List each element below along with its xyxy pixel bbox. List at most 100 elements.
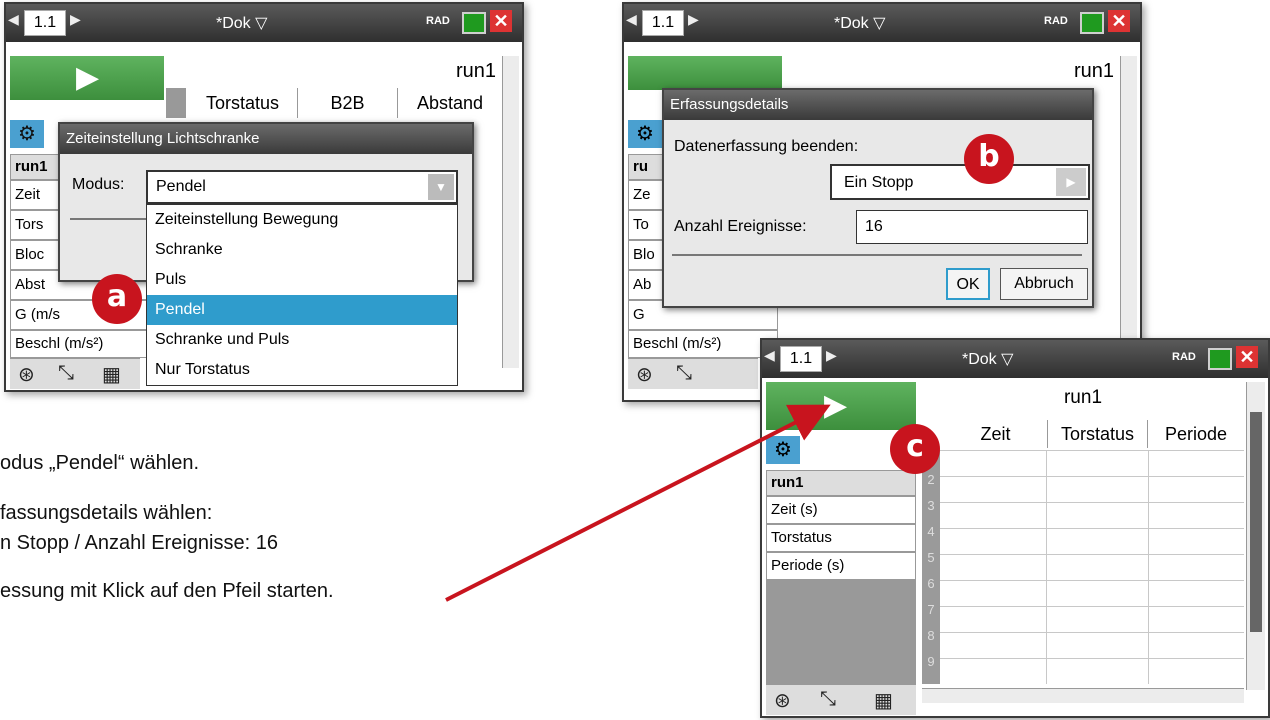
divider [70,218,150,220]
dialog-capture-details: Erfassungsdetails Datenerfassung beenden… [662,88,1094,308]
table-icon[interactable]: ▦ [102,362,121,387]
row-number: 9 [922,654,940,669]
count-label: Anzahl Ereignisse: [674,218,807,235]
tab-prev-icon[interactable]: ◀ [8,11,19,28]
scrollbar[interactable] [1246,382,1265,690]
start-button[interactable]: ▶ [10,56,164,100]
column-header[interactable]: B2B [298,88,398,118]
meter-icon[interactable]: ⊛ [18,362,35,387]
ok-button[interactable]: OK [946,268,990,300]
table-name: run1 [1073,60,1114,82]
sidebar-item[interactable]: Beschl (m/s²) [10,330,160,358]
graph-icon[interactable]: ⤡ [820,688,836,711]
graph-icon[interactable]: ⤡ [676,362,692,385]
end-select[interactable]: Ein Stopp ▶ [830,164,1090,200]
row-number: 2 [922,472,940,487]
start-button[interactable]: ▶ [766,382,916,430]
scrollbar[interactable] [1120,56,1137,356]
doc-title-text: *Dok [216,15,251,32]
grid-divider [1046,450,1047,684]
horizontal-scrollbar[interactable] [922,688,1244,703]
tab-next-icon[interactable]: ▶ [688,11,699,28]
column-header[interactable]: Torstatus [188,88,298,118]
sidebar-item[interactable]: run1 [766,470,916,496]
row-number: 5 [922,550,940,565]
tab-prev-icon[interactable]: ◀ [626,11,637,28]
option-item-selected[interactable]: Pendel [147,295,457,325]
caption-step-1: odus „Pendel“ wählen. [0,452,200,474]
chevron-down-icon[interactable]: ▼ [428,174,454,200]
angle-mode: RAD [1044,15,1068,27]
column-header[interactable]: Periode [1148,420,1244,448]
gear-icon[interactable]: ⚙ [10,120,44,148]
doc-title[interactable]: *Dok ▽ [216,13,267,33]
doc-title[interactable]: *Dok ▽ [962,349,1013,369]
option-item[interactable]: Puls [147,265,457,295]
option-item[interactable]: Nur Torstatus [147,355,457,385]
meter-icon[interactable]: ⊛ [636,362,653,387]
bottom-toolbar: ⊛ ⤡ ▦ [10,358,140,389]
table-icon[interactable]: ▦ [874,688,893,713]
end-label: Datenerfassung beenden: [674,138,859,155]
option-item[interactable]: Zeiteinstellung Bewegung [147,205,457,235]
tab-page[interactable]: 1.1 [642,10,684,36]
column-header[interactable]: Abstand [398,88,502,118]
badge-b: b [964,134,1014,184]
screen-c: ◀ 1.1 ▶ *Dok ▽ RAD ✕ ▶ run1 Zeit Torstat… [760,338,1270,718]
table-name: run1 [455,60,496,82]
close-icon[interactable]: ✕ [1236,346,1258,368]
title-bar: ◀ 1.1 ▶ *Dok ▽ RAD ✕ [624,4,1140,42]
graph-icon[interactable]: ⤡ [58,362,74,385]
row-number: 6 [922,576,940,591]
tab-page[interactable]: 1.1 [780,346,822,372]
option-item[interactable]: Schranke und Puls [147,325,457,355]
row-number: 3 [922,498,940,513]
table-name: run1 [1063,387,1103,408]
battery-icon [1208,348,1232,370]
battery-icon [462,12,486,34]
doc-title-text: *Dok [834,15,869,32]
bottom-toolbar: ⊛ ⤡ [628,358,758,389]
badge-a: a [92,274,142,324]
modus-options: Zeiteinstellung Bewegung Schranke Puls P… [146,204,458,386]
modus-label: Modus: [72,176,125,193]
meter-icon[interactable]: ⊛ [774,688,791,713]
divider [672,254,1082,256]
column-header[interactable]: Torstatus [1048,420,1148,448]
close-icon[interactable]: ✕ [1108,10,1130,32]
badge-c: c [890,424,940,474]
scroll-thumb[interactable] [1250,412,1262,632]
gear-icon[interactable]: ⚙ [766,436,800,464]
close-icon[interactable]: ✕ [490,10,512,32]
option-item[interactable]: Schranke [147,235,457,265]
sidebar-item[interactable]: Beschl (m/s²) [628,330,778,358]
caption-step-2: fassungsdetails wählen: [0,502,213,524]
count-input[interactable]: 16 [856,210,1088,244]
data-grid[interactable] [922,450,1244,684]
tab-page[interactable]: 1.1 [24,10,66,36]
modus-select[interactable]: Pendel ▼ [146,170,458,204]
chevron-right-icon[interactable]: ▶ [1056,168,1086,196]
scrollbar[interactable] [502,56,519,368]
grid-divider [1148,450,1149,684]
caption-step-2b: n Stopp / Anzahl Ereignisse: 16 [0,532,278,554]
row-number: 8 [922,628,940,643]
column-header[interactable]: Zeit [944,420,1048,448]
start-button[interactable] [628,56,782,90]
sidebar-item[interactable]: Periode (s) [766,552,916,580]
doc-title-text: *Dok [962,351,997,368]
doc-title[interactable]: *Dok ▽ [834,13,885,33]
caption-step-3: essung mit Klick auf den Pfeil starten. [0,580,334,602]
battery-icon [1080,12,1104,34]
sidebar-item[interactable]: Zeit (s) [766,496,916,524]
angle-mode: RAD [426,15,450,27]
angle-mode: RAD [1172,351,1196,363]
tab-prev-icon[interactable]: ◀ [764,347,775,364]
tab-next-icon[interactable]: ▶ [70,11,81,28]
sidebar-item[interactable]: Torstatus [766,524,916,552]
cancel-button[interactable]: Abbruch [1000,268,1088,300]
tab-next-icon[interactable]: ▶ [826,347,837,364]
dialog-title: Erfassungsdetails [664,90,1092,120]
gear-icon[interactable]: ⚙ [628,120,662,148]
title-bar: ◀ 1.1 ▶ *Dok ▽ RAD ✕ [762,340,1268,378]
